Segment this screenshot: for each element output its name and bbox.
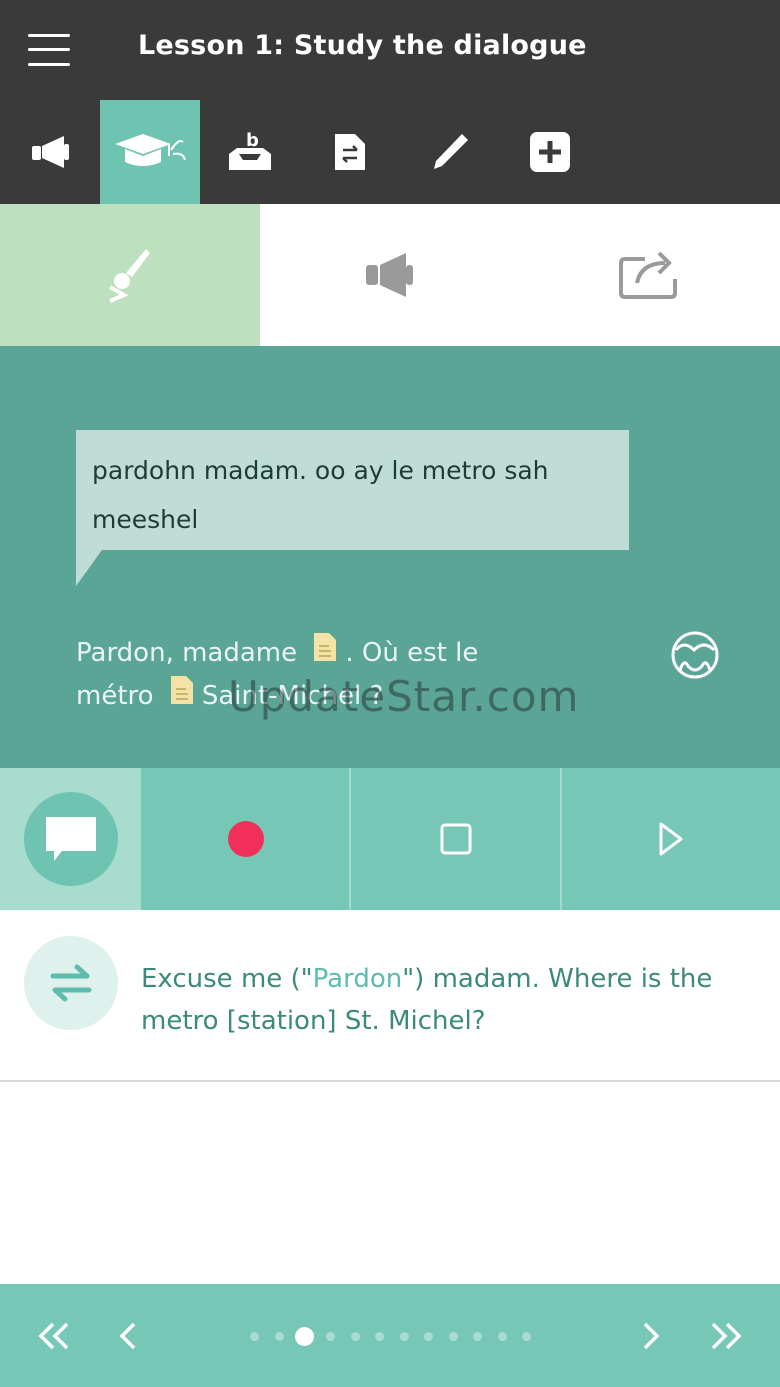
swap-arrows-icon xyxy=(50,964,92,1002)
mode-audio[interactable] xyxy=(260,204,520,346)
mode-row xyxy=(0,204,780,346)
chevron-left-icon xyxy=(119,1322,136,1350)
stop-icon xyxy=(440,823,471,855)
play-icon xyxy=(659,822,683,856)
phonetic-bubble: pardohn madam. oo ay le metro sah meeshe… xyxy=(76,430,629,550)
chevron-right-icon xyxy=(643,1322,660,1350)
source-sentence: Pardon, madame . Où est le métro Saint-M… xyxy=(76,632,546,718)
speaker-avatar-icon[interactable] xyxy=(670,630,720,680)
dialogue-panel: pardohn madam. oo ay le metro sah meeshe… xyxy=(0,346,780,768)
translation-panel: Excuse me ("Pardon") madam. Where is the… xyxy=(0,910,780,1082)
tab-more[interactable] xyxy=(500,100,600,204)
tab-translation[interactable] xyxy=(300,100,400,204)
source-text-1: Pardon, madame xyxy=(76,638,298,668)
double-chevron-left-icon xyxy=(38,1322,69,1350)
chat-icon xyxy=(45,817,96,861)
chat-button[interactable] xyxy=(0,768,141,910)
first-page-button[interactable] xyxy=(30,1312,78,1360)
translate-document-icon xyxy=(335,134,365,170)
tab-listen[interactable] xyxy=(0,100,100,204)
graduation-cap-icon xyxy=(115,134,186,166)
page-dot[interactable] xyxy=(448,1331,458,1341)
next-page-button[interactable] xyxy=(627,1312,675,1360)
svg-text:b: b xyxy=(246,130,259,151)
stop-button[interactable] xyxy=(351,768,560,910)
page-dot[interactable] xyxy=(522,1331,531,1341)
translation-highlight[interactable]: Pardon xyxy=(313,964,403,994)
app-bar: Lesson 1: Study the dialogue xyxy=(0,0,780,100)
page-dot[interactable] xyxy=(497,1331,507,1341)
note-icon[interactable] xyxy=(313,632,337,675)
translation-before: Excuse me (" xyxy=(141,964,313,994)
recorder-bar xyxy=(0,768,780,910)
brush-icon xyxy=(109,249,150,303)
page-dot[interactable] xyxy=(375,1331,384,1341)
mode-paint[interactable] xyxy=(0,204,260,346)
page-indicator xyxy=(250,1326,547,1346)
page-dot[interactable] xyxy=(250,1331,259,1341)
play-button[interactable] xyxy=(562,768,780,910)
tab-exercise[interactable]: b xyxy=(200,100,300,204)
mode-share[interactable] xyxy=(520,204,780,346)
lesson-toolbar: b xyxy=(0,100,780,204)
tab-study[interactable] xyxy=(100,100,200,204)
page-dot[interactable] xyxy=(473,1331,482,1341)
inbox-b-icon: b xyxy=(229,130,271,170)
page-title: Lesson 1: Study the dialogue xyxy=(138,30,587,61)
page-dot[interactable] xyxy=(399,1331,409,1341)
page-dot-active[interactable] xyxy=(295,1326,314,1346)
bubble-tail xyxy=(76,550,102,586)
record-icon xyxy=(227,821,264,857)
double-chevron-right-icon xyxy=(711,1322,742,1350)
chat-circle xyxy=(23,792,118,886)
record-button[interactable] xyxy=(141,768,350,910)
tab-write[interactable] xyxy=(400,100,500,204)
swap-button[interactable] xyxy=(24,936,118,1030)
speaker-icon xyxy=(366,253,413,297)
page-dot[interactable] xyxy=(326,1331,335,1341)
previous-page-button[interactable] xyxy=(104,1312,152,1360)
source-text-3: Saint-Michel ? xyxy=(201,681,384,711)
page-dot[interactable] xyxy=(424,1331,433,1341)
plus-box-icon xyxy=(530,132,570,172)
pencil-icon xyxy=(434,134,468,169)
menu-icon[interactable] xyxy=(28,32,72,68)
translation-text: Excuse me ("Pardon") madam. Where is the… xyxy=(141,958,741,1042)
page-dot[interactable] xyxy=(274,1331,284,1341)
pager-bar xyxy=(0,1284,780,1387)
last-page-button[interactable] xyxy=(702,1312,750,1360)
megaphone-icon xyxy=(32,136,69,168)
share-icon xyxy=(619,251,677,299)
note-icon[interactable] xyxy=(170,675,194,718)
page-dot[interactable] xyxy=(350,1331,360,1341)
